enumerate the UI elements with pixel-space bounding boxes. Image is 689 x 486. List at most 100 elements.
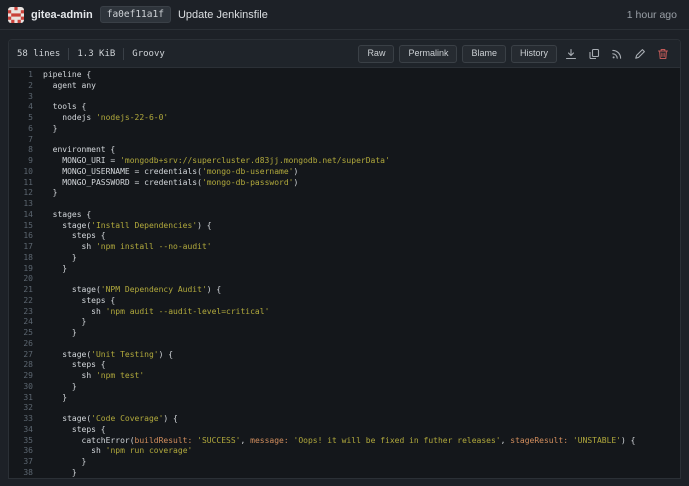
download-icon[interactable] [562,45,580,63]
raw-button[interactable]: Raw [358,45,394,63]
line-number[interactable]: 31 [9,393,43,404]
line-number[interactable]: 3 [9,92,43,103]
line-number[interactable]: 25 [9,328,43,339]
code-line: 7 [9,135,680,146]
code-text: catchError(buildResult: 'SUCCESS', messa… [43,436,636,447]
code-line: 21 stage('NPM Dependency Audit') { [9,285,680,296]
line-number[interactable]: 30 [9,382,43,393]
line-number[interactable]: 1 [9,70,43,81]
line-number[interactable]: 7 [9,135,43,146]
line-number[interactable]: 34 [9,425,43,436]
code-text: agent any [43,81,96,92]
code-line: 20 [9,274,680,285]
code-text: } [43,317,86,328]
code-line: 16 steps { [9,231,680,242]
line-number[interactable]: 18 [9,253,43,264]
code-lines: 1pipeline {2 agent any34 tools {5 nodejs… [9,68,680,479]
edit-icon[interactable] [631,45,649,63]
code-line: 17 sh 'npm install --no-audit' [9,242,680,253]
line-number[interactable]: 5 [9,113,43,124]
code-line: 8 environment { [9,145,680,156]
code-line: 30 } [9,382,680,393]
line-number[interactable]: 10 [9,167,43,178]
code-text: MONGO_URI = 'mongodb+srv://supercluster.… [43,156,390,167]
code-line: 38 } [9,468,680,479]
file-lines-count: 58 lines [17,49,60,59]
line-number[interactable]: 39 [9,479,43,480]
code-text: stages { [43,210,91,221]
line-number[interactable]: 33 [9,414,43,425]
line-number[interactable]: 9 [9,156,43,167]
history-button[interactable]: History [511,45,557,63]
code-text: MONGO_USERNAME = credentials('mongo-db-u… [43,167,298,178]
code-line: 32 [9,403,680,414]
code-text: } [43,457,86,468]
code-line: 18 } [9,253,680,264]
avatar[interactable] [8,7,24,23]
line-number[interactable]: 28 [9,360,43,371]
code-text: stage('Code Coverage') { [43,414,178,425]
code-text: MONGO_PASSWORD = credentials('mongo-db-p… [43,178,298,189]
line-number[interactable]: 38 [9,468,43,479]
rss-icon[interactable] [608,45,626,63]
code-line: 23 sh 'npm audit --audit-level=critical' [9,307,680,318]
line-number[interactable]: 29 [9,371,43,382]
line-number[interactable]: 23 [9,307,43,318]
line-number[interactable]: 15 [9,221,43,232]
code-line: 9 MONGO_URI = 'mongodb+srv://supercluste… [9,156,680,167]
code-text: sh 'npm audit --audit-level=critical' [43,307,269,318]
line-number[interactable]: 8 [9,145,43,156]
code-line: 5 nodejs 'nodejs-22-6-0' [9,113,680,124]
line-number[interactable]: 17 [9,242,43,253]
line-number[interactable]: 12 [9,188,43,199]
line-number[interactable]: 16 [9,231,43,242]
code-text: } [43,124,57,135]
code-line: 2 agent any [9,81,680,92]
commit-author[interactable]: gitea-admin [31,9,93,21]
line-number[interactable]: 13 [9,199,43,210]
file-language: Groovy [132,49,165,59]
commit-hash-badge[interactable]: fa0ef11a1f [100,6,171,23]
line-number[interactable]: 14 [9,210,43,221]
line-number[interactable]: 26 [9,339,43,350]
code-line: 13 [9,199,680,210]
file-header-bar: 58 lines 1.3 KiB Groovy Raw Permalink Bl… [9,40,680,68]
code-line: 35 catchError(buildResult: 'SUCCESS', me… [9,436,680,447]
code-line: 39 } [9,479,680,480]
code-text: steps { [43,425,106,436]
line-number[interactable]: 20 [9,274,43,285]
commit-header: gitea-admin fa0ef11a1f Update Jenkinsfil… [0,0,689,30]
code-line: 31 } [9,393,680,404]
line-number[interactable]: 11 [9,178,43,189]
line-number[interactable]: 36 [9,446,43,457]
code-line: 1pipeline { [9,70,680,81]
line-number[interactable]: 4 [9,102,43,113]
permalink-button[interactable]: Permalink [399,45,457,63]
code-text: sh 'npm install --no-audit' [43,242,212,253]
code-line: 25 } [9,328,680,339]
line-number[interactable]: 21 [9,285,43,296]
blame-button[interactable]: Blame [462,45,506,63]
code-line: 11 MONGO_PASSWORD = credentials('mongo-d… [9,178,680,189]
line-number[interactable]: 6 [9,124,43,135]
line-number[interactable]: 27 [9,350,43,361]
line-number[interactable]: 22 [9,296,43,307]
commit-message[interactable]: Update Jenkinsfile [178,9,268,21]
file-actions: Raw Permalink Blame History [358,45,672,63]
code-text: } [43,479,67,480]
code-text: stage('NPM Dependency Audit') { [43,285,221,296]
code-line: 15 stage('Install Dependencies') { [9,221,680,232]
code-line: 37 } [9,457,680,468]
line-number[interactable]: 37 [9,457,43,468]
divider [123,48,124,60]
delete-icon[interactable] [654,45,672,63]
line-number[interactable]: 24 [9,317,43,328]
line-number[interactable]: 32 [9,403,43,414]
line-number[interactable]: 19 [9,264,43,275]
code-line: 19 } [9,264,680,275]
code-text: } [43,328,77,339]
line-number[interactable]: 2 [9,81,43,92]
code-text: sh 'npm run coverage' [43,446,192,457]
line-number[interactable]: 35 [9,436,43,447]
copy-icon[interactable] [585,45,603,63]
